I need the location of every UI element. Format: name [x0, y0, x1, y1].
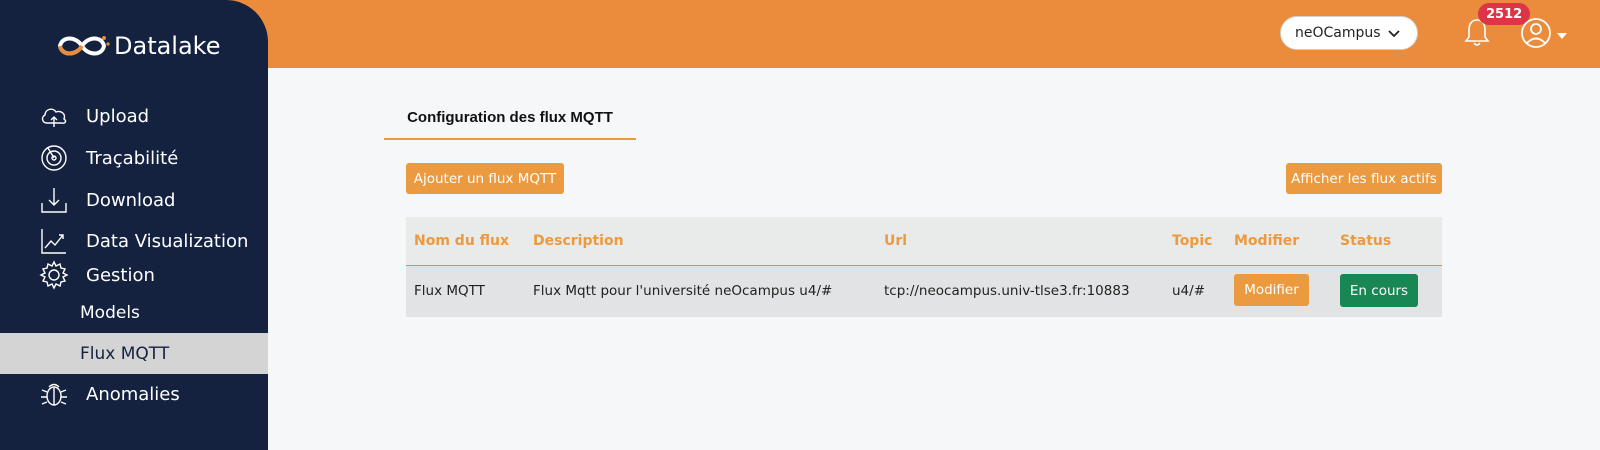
sidebar-item-upload[interactable]: Upload	[38, 100, 149, 132]
brand-logo[interactable]: Datalake	[52, 28, 221, 64]
cell-topic: u4/#	[1172, 283, 1206, 299]
add-mqtt-flux-button[interactable]: Ajouter un flux MQTT	[406, 163, 564, 194]
infinity-logo-icon	[57, 36, 110, 56]
sidebar-item-data-visualization[interactable]: Data Visualization	[38, 225, 248, 257]
show-active-flux-button[interactable]: Afficher les flux actifs	[1286, 163, 1442, 194]
table-row: Flux MQTT Flux Mqtt pour l'université ne…	[406, 266, 1442, 317]
cell-name: Flux MQTT	[414, 283, 485, 299]
table-header: Nom du flux Description Url Topic Modifi…	[406, 217, 1442, 266]
radar-icon	[38, 142, 70, 174]
sidebar-item-label: Download	[86, 189, 176, 211]
column-header-name: Nom du flux	[414, 233, 510, 249]
sidebar-item-download[interactable]: Download	[38, 184, 175, 216]
user-avatar-icon[interactable]	[1520, 15, 1572, 51]
sidebar-item-tracabilite[interactable]: Traçabilité	[38, 142, 178, 174]
sidebar: Datalake Upload Traçabilité Download Dat…	[0, 0, 268, 450]
column-header-url: Url	[884, 233, 908, 249]
modify-button[interactable]: Modifier	[1234, 274, 1309, 306]
cell-url: tcp://neocampus.univ-tlse3.fr:10883	[884, 283, 1130, 299]
gear-icon	[38, 259, 70, 291]
chart-icon	[38, 225, 70, 257]
column-header-description: Description	[533, 233, 624, 249]
organization-select-value: neOCampus	[1295, 25, 1381, 41]
tab-configuration-flux-mqtt[interactable]: Configuration des flux MQTT	[384, 96, 636, 140]
sidebar-item-gestion[interactable]: Gestion	[38, 259, 155, 291]
column-header-modify: Modifier	[1234, 233, 1300, 249]
mqtt-flux-table: Nom du flux Description Url Topic Modifi…	[406, 217, 1442, 317]
brand-name: Datalake	[114, 32, 221, 60]
cloud-upload-icon	[38, 100, 70, 132]
bug-icon	[38, 378, 70, 410]
sidebar-subitem-flux-mqtt[interactable]: Flux MQTT	[0, 333, 268, 374]
sidebar-item-label: Traçabilité	[86, 147, 179, 169]
organization-select[interactable]: neOCampus	[1280, 16, 1418, 50]
sidebar-item-label: Data Visualization	[86, 230, 249, 252]
status-badge: En cours	[1340, 274, 1418, 307]
sidebar-subitem-models[interactable]: Models	[0, 292, 268, 333]
download-icon	[38, 184, 70, 216]
sidebar-item-anomalies[interactable]: Anomalies	[38, 378, 180, 410]
column-header-topic: Topic	[1172, 233, 1213, 249]
sidebar-item-label: Upload	[86, 105, 150, 127]
chevron-down-icon	[1388, 30, 1400, 38]
cell-description: Flux Mqtt pour l'université neOcampus u4…	[533, 283, 833, 299]
column-header-status: Status	[1340, 233, 1392, 249]
sidebar-item-label: Gestion	[86, 264, 155, 286]
sidebar-item-label: Anomalies	[86, 383, 180, 405]
